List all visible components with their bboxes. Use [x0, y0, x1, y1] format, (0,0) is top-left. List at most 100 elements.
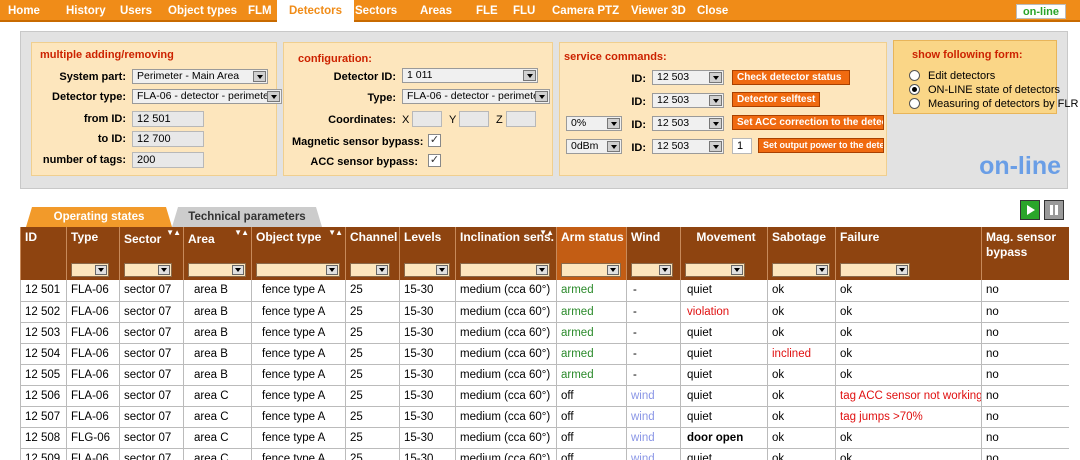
filter-cell	[119, 260, 184, 280]
nav-flu[interactable]: FLU	[513, 0, 535, 22]
filter-select[interactable]	[124, 263, 172, 277]
from-id-input[interactable]: 12 501	[132, 111, 204, 127]
column-header-sabotage[interactable]: Sabotage	[767, 227, 836, 260]
to-id-input[interactable]: 12 700	[132, 131, 204, 147]
nav-viewer-3d[interactable]: Viewer 3D	[631, 0, 686, 22]
nav-history[interactable]: History	[66, 0, 106, 22]
play-icon[interactable]	[1020, 200, 1040, 220]
column-header-inclination[interactable]: Inclination sens. ▼▲	[455, 227, 557, 260]
coordinate-z-input[interactable]	[506, 111, 536, 127]
table-row[interactable]: 12 508 FLG-06 sector 07 area Cfence type A2…	[20, 427, 1069, 449]
cell-failure: ok	[835, 301, 982, 323]
table-row[interactable]: 12 505 FLA-06 sector 07 area Bfence type A2…	[20, 364, 1069, 386]
filter-select[interactable]	[561, 263, 621, 277]
column-header-failure[interactable]: Failure	[835, 227, 982, 260]
pause-icon[interactable]	[1044, 200, 1064, 220]
set-acc-correction-button[interactable]: Set ACC correction to the detector	[732, 115, 884, 130]
filter-select[interactable]	[685, 263, 745, 277]
cell-object-type: fence type A	[251, 427, 346, 449]
detector-type-select[interactable]: FLA-06 - detector - perimeter	[132, 89, 282, 104]
table-row[interactable]: 12 504 FLA-06 sector 07 area Bfence type A2…	[20, 343, 1069, 365]
filter-select[interactable]	[772, 263, 830, 277]
nav-camera-ptz[interactable]: Camera PTZ	[552, 0, 619, 22]
cell-area: area C	[183, 385, 252, 407]
panel-title: multiple adding/removing	[40, 49, 174, 61]
number-of-tags-input[interactable]: 200	[132, 152, 204, 168]
acc-correction-select[interactable]: 0%	[566, 116, 622, 131]
column-header-channel[interactable]: Channel	[345, 227, 400, 260]
cell-inclination: medium (cca 60°)	[455, 427, 557, 449]
coordinate-x-input[interactable]	[412, 111, 442, 127]
cell-sector: sector 07	[119, 427, 184, 449]
panel-title: configuration:	[298, 53, 372, 65]
table-row[interactable]: 12 502 FLA-06 sector 07 area Bfence type A2…	[20, 301, 1069, 323]
filter-select[interactable]	[71, 263, 109, 277]
acc-correction-value: 0%	[571, 117, 587, 129]
cell-failure: tag ACC sensor not working	[835, 385, 982, 407]
column-header-id[interactable]: ID	[20, 227, 67, 260]
filter-select[interactable]	[188, 263, 246, 277]
filter-select[interactable]	[350, 263, 390, 277]
acc-bypass-checkbox[interactable]: ✓	[428, 154, 441, 167]
coordinate-y-input[interactable]	[459, 111, 489, 127]
nav-detectors[interactable]: Detectors	[277, 0, 355, 22]
nav-fle[interactable]: FLE	[476, 0, 498, 22]
magnetic-bypass-checkbox[interactable]: ✓	[428, 134, 441, 147]
system-part-select[interactable]: Perimeter - Main Area	[132, 69, 268, 84]
cell-movement: quiet	[680, 322, 768, 344]
radio-measuring-flr[interactable]	[909, 98, 920, 109]
selftest-button[interactable]: Detector selftest	[732, 92, 820, 107]
column-header-area[interactable]: Area ▼▲	[183, 227, 252, 260]
table-row[interactable]: 12 509 FLA-06 sector 07 area Cfence type A2…	[20, 448, 1069, 460]
nav-home[interactable]: Home	[8, 0, 40, 22]
radio-online-state[interactable]	[909, 84, 920, 95]
service-id-select[interactable]: 12 503	[652, 139, 724, 154]
service-id-select[interactable]: 12 503	[652, 93, 724, 108]
nav-users[interactable]: Users	[120, 0, 152, 22]
column-header-type[interactable]: Type	[66, 227, 120, 260]
filter-select[interactable]	[256, 263, 340, 277]
cell-wind: -	[626, 301, 681, 323]
filter-select[interactable]	[460, 263, 550, 277]
tab-operating-states[interactable]: Operating states	[26, 207, 172, 227]
column-header-arm-status[interactable]: Arm status	[556, 227, 627, 260]
filter-select[interactable]	[840, 263, 910, 277]
column-header-mag-sensor[interactable]: Mag. sensor bypass	[981, 227, 1069, 260]
service-id-label: ID:	[631, 73, 646, 85]
nav-areas[interactable]: Areas	[420, 0, 452, 22]
column-header-sector[interactable]: Sector ▼▲	[119, 227, 184, 260]
sort-icon[interactable]: ▼▲	[234, 229, 249, 237]
sort-icon[interactable]: ▼▲	[328, 229, 343, 237]
check-status-button[interactable]: Check detector status	[732, 70, 850, 85]
service-id-select[interactable]: 12 503	[652, 70, 724, 85]
table-row[interactable]: 12 507 FLA-06 sector 07 area Cfence type A2…	[20, 406, 1069, 428]
sort-icon[interactable]: ▼▲	[166, 229, 181, 237]
nav-close[interactable]: Close	[697, 0, 728, 22]
filter-select[interactable]	[631, 263, 673, 277]
cell-levels: 15-30	[399, 406, 456, 428]
output-power-count-input[interactable]: 1	[732, 138, 752, 154]
radio-edit-detectors[interactable]	[909, 70, 920, 81]
column-header-levels[interactable]: Levels	[399, 227, 456, 260]
filter-select[interactable]	[404, 263, 450, 277]
detector-id-select[interactable]: 1 011	[402, 68, 538, 83]
table-row[interactable]: 12 501 FLA-06 sector 07 area Bfence type A2…	[20, 280, 1069, 302]
service-id-select[interactable]: 12 503	[652, 116, 724, 131]
cell-id: 12 503	[20, 322, 67, 344]
table-row[interactable]: 12 503 FLA-06 sector 07 area Bfence type A2…	[20, 322, 1069, 344]
type-select[interactable]: FLA-06 - detector - perimeter	[402, 89, 550, 104]
output-power-select[interactable]: 0dBm	[566, 139, 622, 154]
chevron-down-icon	[659, 265, 671, 275]
nav-object-types[interactable]: Object types	[168, 0, 237, 22]
cell-sabotage: ok	[767, 406, 836, 428]
column-header-movement[interactable]: Movement	[680, 227, 768, 260]
sort-icon[interactable]: ▼▲	[539, 229, 554, 237]
nav-flm[interactable]: FLM	[248, 0, 272, 22]
column-header-wind[interactable]: Wind	[626, 227, 681, 260]
table-row[interactable]: 12 506 FLA-06 sector 07 area Cfence type A2…	[20, 385, 1069, 407]
tab-technical-parameters[interactable]: Technical parameters	[172, 207, 322, 227]
nav-sectors[interactable]: Sectors	[355, 0, 397, 22]
set-output-power-button[interactable]: Set output power to the detector	[758, 138, 884, 153]
column-header-object-type[interactable]: Object type ▼▲	[251, 227, 346, 260]
cell-channel: 25	[345, 280, 400, 302]
